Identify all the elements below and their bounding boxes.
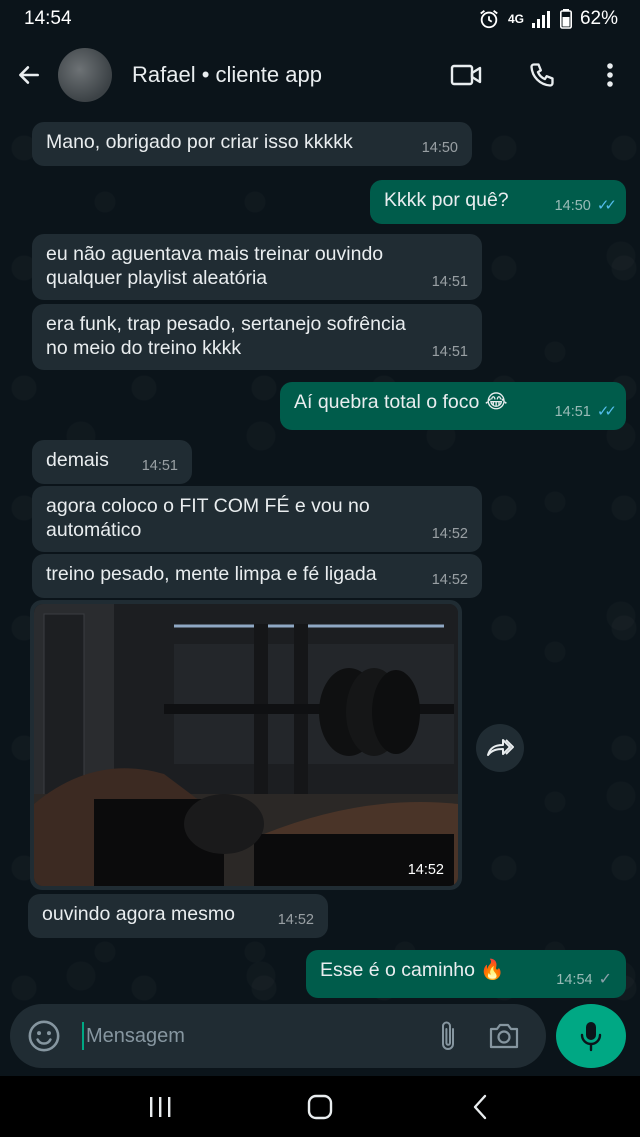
alarm-icon <box>478 8 500 30</box>
message-bubble[interactable]: agora coloco o FIT COM FÉ e vou no autom… <box>32 486 482 552</box>
mic-button[interactable] <box>556 1004 626 1068</box>
avatar[interactable] <box>58 48 112 102</box>
message-bubble[interactable]: Aí quebra total o foco 😂 14:51 ✓✓ <box>280 382 626 430</box>
system-nav-bar <box>0 1076 640 1137</box>
message-text: era funk, trap pesado, sertanejo sofrênc… <box>46 313 406 359</box>
status-icons: 4G 62% <box>478 8 618 30</box>
message-bubble[interactable]: eu não aguentava mais treinar ouvindo qu… <box>32 234 482 300</box>
message-time: 14:51 <box>431 274 468 290</box>
battery-icon <box>559 9 572 29</box>
status-bar: 14:54 4G 62% <box>0 0 640 38</box>
signal-icon <box>531 10 552 28</box>
home-icon <box>307 1094 333 1119</box>
photo-time-meta: 14:52 <box>408 862 444 878</box>
more-options-button[interactable] <box>580 38 640 112</box>
forward-button[interactable] <box>476 724 524 772</box>
message-time: 14:51 <box>554 404 591 420</box>
nav-back-icon <box>473 1094 487 1119</box>
emoji-icon <box>28 1020 60 1052</box>
video-call-button[interactable] <box>428 38 504 112</box>
message-time: 14:51 <box>141 458 178 474</box>
read-ticks-icon: ✓✓ <box>596 197 617 214</box>
mic-icon <box>580 1022 602 1052</box>
message-input-bar <box>10 1004 546 1068</box>
more-vert-icon <box>607 63 613 87</box>
message-time: 14:51 <box>431 344 468 360</box>
recent-apps-button[interactable] <box>130 1082 190 1132</box>
message-time: 14:52 <box>407 862 444 878</box>
message-text: treino pesado, mente limpa e fé ligada <box>46 563 377 585</box>
message-input[interactable] <box>82 1022 420 1050</box>
message-bubble[interactable]: era funk, trap pesado, sertanejo sofrênc… <box>32 304 482 370</box>
camera-button[interactable] <box>476 1008 532 1064</box>
message-bubble[interactable]: Mano, obrigado por criar isso kkkkk 14:5… <box>32 122 472 166</box>
message-time: 14:52 <box>431 572 468 588</box>
forward-icon <box>487 739 514 756</box>
message-bubble[interactable]: demais 14:51 <box>32 440 192 484</box>
camera-icon <box>489 1023 519 1049</box>
phone-icon <box>530 63 554 87</box>
message-time: 14:50 <box>421 140 458 156</box>
attach-icon <box>442 1021 454 1050</box>
message-text: eu não aguentava mais treinar ouvindo qu… <box>46 243 384 289</box>
message-bubble[interactable]: ouvindo agora mesmo 14:52 <box>28 894 328 938</box>
contact-name[interactable]: Rafael • cliente app <box>132 62 428 88</box>
status-time: 14:54 <box>24 8 72 29</box>
gym-photo[interactable]: 14:52 <box>34 604 458 886</box>
message-text: ouvindo agora mesmo <box>42 903 235 925</box>
message-text: Mano, obrigado por criar isso kkkkk <box>46 131 353 153</box>
message-time: 14:52 <box>431 526 468 542</box>
video-call-icon <box>450 64 482 86</box>
message-bubble[interactable]: Esse é o caminho 🔥 14:54 ✓ <box>306 950 626 998</box>
attach-button[interactable] <box>420 1008 476 1064</box>
battery-percent: 62% <box>579 8 618 29</box>
back-button[interactable] <box>0 38 58 112</box>
voice-call-button[interactable] <box>504 38 580 112</box>
network-type: 4G <box>507 12 524 26</box>
emoji-button[interactable] <box>24 1016 64 1056</box>
chat-header: Rafael • cliente app <box>0 38 640 112</box>
recent-apps-icon <box>150 1096 171 1117</box>
message-text: agora coloco o FIT COM FÉ e vou no autom… <box>46 495 370 541</box>
back-arrow-icon <box>19 66 39 84</box>
message-time: 14:50 <box>554 198 591 214</box>
delivered-tick-icon: ✓ <box>598 971 612 988</box>
nav-back-button[interactable] <box>450 1082 510 1132</box>
message-time: 14:52 <box>277 912 314 928</box>
read-ticks-icon: ✓✓ <box>596 403 617 420</box>
message-bubble[interactable]: Kkkk por quê? 14:50 ✓✓ <box>370 180 626 224</box>
home-button[interactable] <box>290 1082 350 1132</box>
message-time: 14:54 <box>556 972 593 988</box>
photo-message[interactable]: 14:52 <box>30 600 462 890</box>
chat-area[interactable]: Mano, obrigado por criar isso kkkkk 14:5… <box>0 112 640 1002</box>
message-bubble[interactable]: treino pesado, mente limpa e fé ligada 1… <box>32 554 482 598</box>
